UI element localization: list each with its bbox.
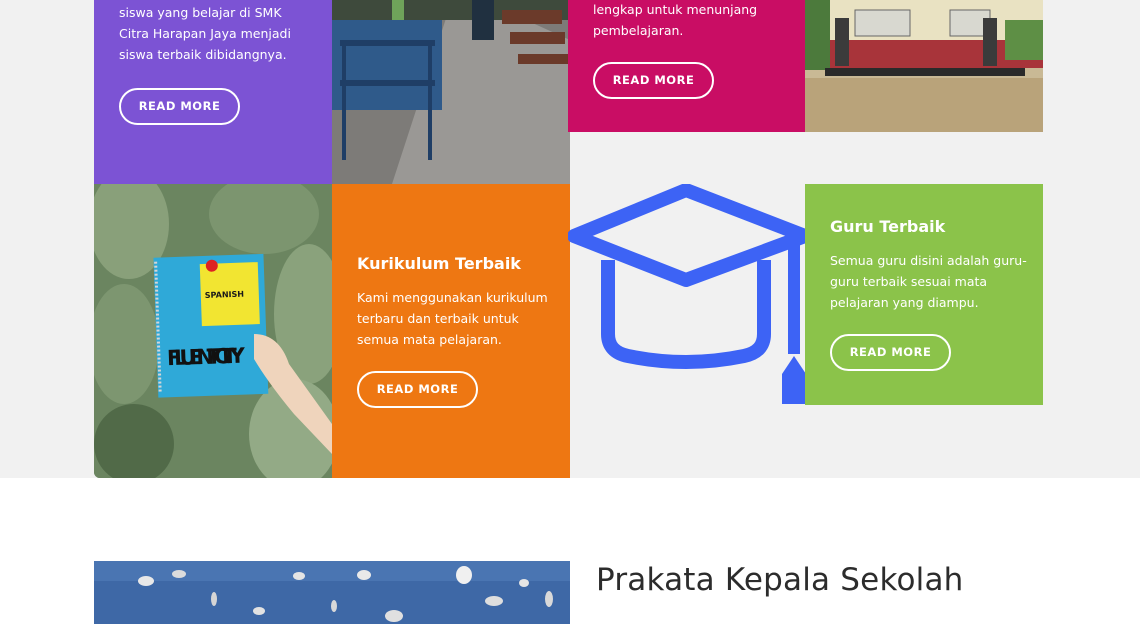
read-more-button-prestasi[interactable]: READ MORE [119, 88, 240, 125]
workshop-photo [332, 0, 570, 184]
card-fasilitas: lengkap untuk menunjang pembelajaran. RE… [568, 0, 805, 132]
graduation-celebration-photo [94, 561, 570, 624]
card-guru-text: Semua guru disini adalah guru-guru terba… [830, 253, 1027, 310]
graduation-cap-icon [568, 184, 805, 404]
school-building-photo [805, 0, 1043, 132]
read-more-button-kurikulum[interactable]: READ MORE [357, 371, 478, 408]
book-cover-small-text: SPANISH [205, 290, 245, 300]
read-more-button-guru[interactable]: READ MORE [830, 334, 951, 371]
card-prestasi-text: siswa yang belajar di SMK Citra Harapan … [119, 5, 291, 62]
celebration-image [94, 561, 570, 624]
card-kurikulum: Kurikulum Terbaik Kami menggunakan kurik… [332, 184, 570, 478]
book-cover-title: FLUENT CITY [167, 344, 247, 371]
read-more-button-fasilitas[interactable]: READ MORE [593, 62, 714, 99]
section-heading-prakata: Prakata Kepala Sekolah [596, 562, 964, 598]
school-building-image [805, 0, 1043, 132]
book-image: SPANISH FLUENT CITY [94, 184, 332, 478]
card-kurikulum-text: Kami menggunakan kurikulum terbaru dan t… [357, 290, 548, 347]
workshop-image [332, 0, 570, 184]
graduation-cap-tile [568, 184, 805, 405]
card-fasilitas-text: lengkap untuk menunjang pembelajaran. [593, 2, 758, 38]
card-prestasi: siswa yang belajar di SMK Citra Harapan … [94, 0, 332, 184]
card-guru: Guru Terbaik Semua guru disini adalah gu… [805, 184, 1043, 405]
book-photo: SPANISH FLUENT CITY [94, 184, 332, 478]
card-kurikulum-title: Kurikulum Terbaik [357, 254, 521, 273]
card-guru-title: Guru Terbaik [830, 217, 946, 236]
